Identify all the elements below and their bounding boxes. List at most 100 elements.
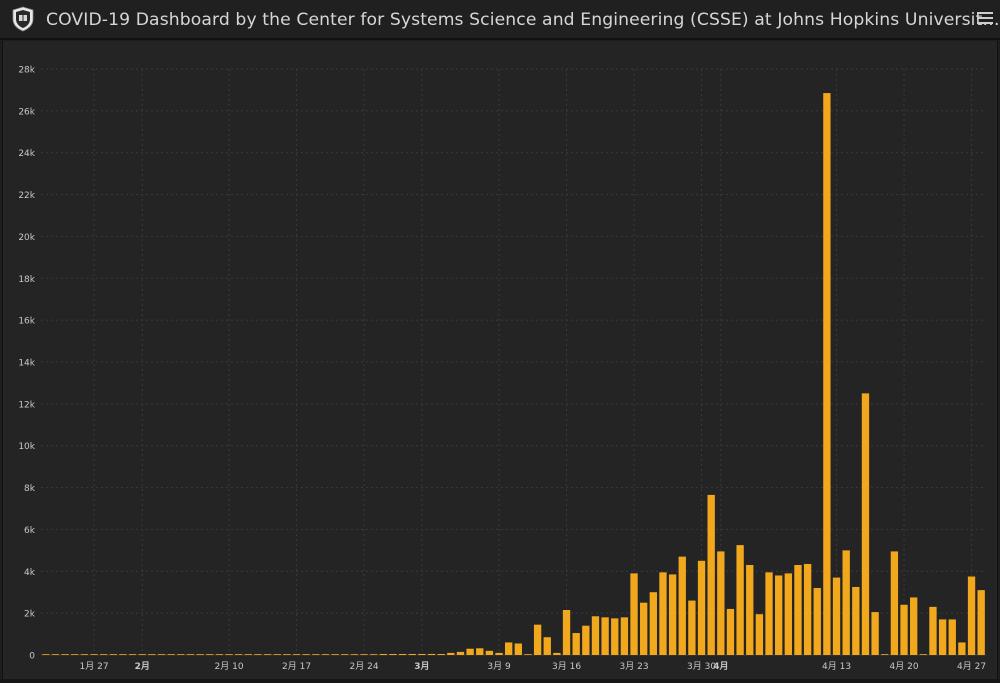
bar[interactable] (447, 652, 455, 655)
bar[interactable] (389, 654, 397, 655)
bar[interactable] (832, 577, 841, 655)
y-tick-label: 28k (18, 66, 35, 76)
bar[interactable] (80, 654, 89, 655)
bar[interactable] (842, 550, 850, 655)
bar[interactable] (881, 654, 889, 655)
bar[interactable] (177, 654, 185, 655)
bar[interactable] (225, 654, 233, 655)
bar[interactable] (456, 651, 465, 655)
bar[interactable] (524, 654, 532, 655)
bar[interactable] (119, 654, 127, 655)
bar[interactable] (572, 633, 580, 655)
bar[interactable] (331, 654, 339, 655)
bar[interactable] (688, 600, 696, 655)
bar[interactable] (51, 654, 60, 655)
bar[interactable] (919, 654, 927, 655)
bar[interactable] (398, 654, 407, 655)
bar[interactable] (823, 93, 831, 655)
bar[interactable] (562, 610, 571, 655)
bar[interactable] (42, 654, 50, 655)
bar[interactable] (601, 617, 609, 655)
bar[interactable] (427, 653, 436, 655)
bar[interactable] (505, 642, 513, 655)
bar[interactable] (263, 654, 272, 655)
bar[interactable] (736, 545, 744, 655)
bar[interactable] (591, 616, 600, 655)
bar[interactable] (755, 614, 764, 655)
bar[interactable] (90, 654, 98, 655)
bar[interactable] (803, 563, 812, 655)
bar[interactable] (437, 654, 445, 655)
bar[interactable] (321, 654, 330, 655)
bar[interactable] (726, 608, 735, 655)
bar[interactable] (861, 393, 870, 655)
bar[interactable] (148, 654, 156, 655)
bar[interactable] (495, 652, 503, 655)
bar[interactable] (312, 654, 320, 655)
bar[interactable] (784, 573, 792, 655)
bar[interactable] (746, 565, 754, 655)
bar[interactable] (466, 648, 474, 655)
bar[interactable] (649, 592, 657, 655)
bar[interactable] (283, 654, 291, 655)
bar[interactable] (890, 551, 899, 655)
bar[interactable] (379, 654, 387, 655)
bar[interactable] (659, 572, 667, 655)
bar[interactable] (765, 572, 773, 655)
bar[interactable] (678, 556, 686, 655)
bar[interactable] (244, 654, 252, 655)
bar[interactable] (235, 654, 243, 655)
bar[interactable] (630, 573, 638, 655)
bar[interactable] (967, 576, 976, 655)
bar[interactable] (292, 654, 301, 655)
bar[interactable] (533, 624, 542, 655)
bar[interactable] (206, 654, 214, 655)
bar[interactable] (640, 602, 648, 655)
bar[interactable] (128, 654, 137, 655)
bar[interactable] (871, 612, 879, 655)
bar[interactable] (109, 654, 117, 655)
bar[interactable] (900, 604, 908, 655)
bar[interactable] (485, 650, 494, 655)
bar[interactable] (350, 654, 359, 655)
bar[interactable] (852, 586, 860, 655)
bar[interactable] (186, 654, 195, 655)
bar[interactable] (929, 606, 937, 655)
bar[interactable] (794, 565, 802, 655)
bar[interactable] (977, 590, 985, 655)
bar[interactable] (138, 654, 146, 655)
bar[interactable] (100, 654, 108, 655)
bar[interactable] (61, 654, 69, 655)
bar[interactable] (360, 654, 368, 655)
bar[interactable] (775, 575, 783, 655)
bar[interactable] (553, 652, 561, 655)
bar[interactable] (948, 619, 956, 655)
hamburger-menu-icon[interactable] (975, 9, 995, 29)
bar[interactable] (167, 654, 175, 655)
bar[interactable] (707, 494, 715, 655)
bar[interactable] (958, 642, 966, 655)
bar[interactable] (543, 637, 551, 655)
bar[interactable] (370, 654, 378, 655)
bar[interactable] (611, 618, 619, 655)
bar[interactable] (341, 654, 349, 655)
bar[interactable] (514, 643, 522, 655)
bar[interactable] (620, 617, 629, 655)
bar[interactable] (215, 654, 224, 655)
bar[interactable] (476, 648, 484, 655)
bar[interactable] (254, 654, 262, 655)
bar[interactable] (668, 574, 677, 655)
bar[interactable] (697, 560, 706, 655)
bar[interactable] (196, 654, 204, 655)
bar[interactable] (71, 654, 79, 655)
bar[interactable] (408, 654, 416, 655)
bar[interactable] (302, 654, 310, 655)
bar[interactable] (910, 597, 918, 655)
bar[interactable] (717, 551, 725, 655)
bar[interactable] (813, 588, 821, 655)
bar[interactable] (418, 654, 426, 655)
bar[interactable] (582, 625, 590, 655)
bar[interactable] (157, 654, 166, 655)
bar[interactable] (938, 619, 947, 655)
bar[interactable] (273, 654, 281, 655)
